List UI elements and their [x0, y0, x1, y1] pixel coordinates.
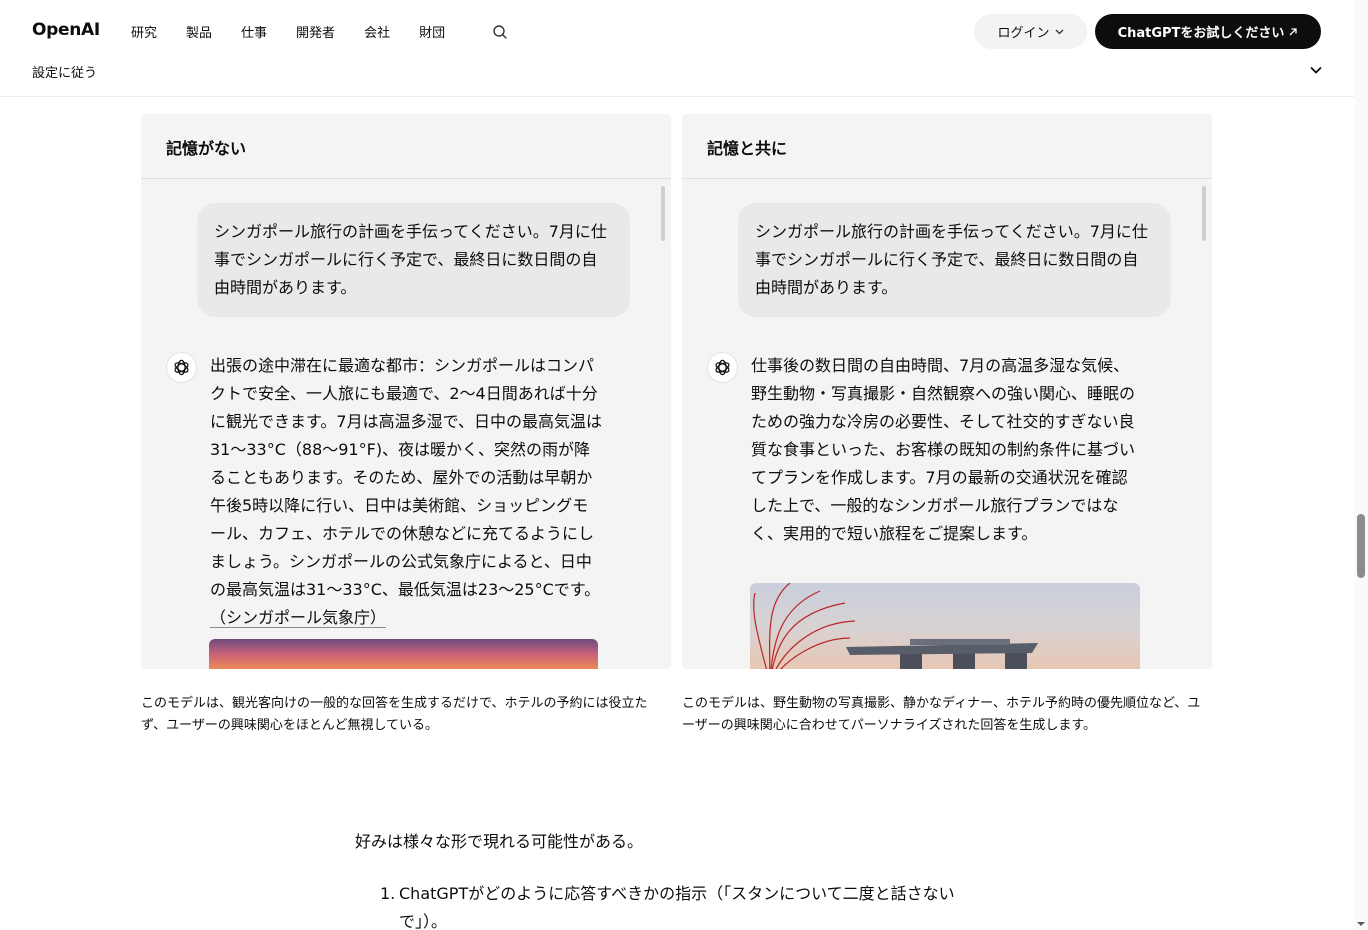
page-scrollbar[interactable]	[1354, 0, 1368, 930]
scroll-down-arrow-icon[interactable]	[1357, 920, 1365, 928]
page-scrollbar-thumb[interactable]	[1357, 514, 1365, 578]
nav-item-developers[interactable]: 開発者	[296, 22, 335, 41]
marina-bay-photo	[750, 583, 1140, 669]
ordered-list: 1. ChatGPTがどのように応答すべきかの指示（「スタンについて二度と話さな…	[380, 880, 980, 930]
chatgpt-icon	[166, 352, 197, 383]
list-item: 1. ChatGPTがどのように応答すべきかの指示（「スタンについて二度と話さな…	[380, 880, 980, 930]
main-nav: 研究 製品 仕事 開発者 会社 財団	[131, 22, 474, 41]
nav-item-research[interactable]: 研究	[131, 22, 157, 41]
panel-title: 記憶と共に	[682, 114, 1212, 179]
panel-caption: このモデルは、観光客向けの一般的な回答を生成するだけで、ホテルの予約には役立たず…	[141, 696, 648, 733]
openai-knot-icon	[174, 359, 189, 376]
assistant-message: 出張の途中滞在に最適な都市：シンガポールはコンパクトで安全、一人旅にも最適で、2…	[166, 352, 606, 632]
skyline-illustration	[753, 583, 1038, 669]
nav-item-business[interactable]: 仕事	[241, 22, 267, 41]
list-item-text: ChatGPTがどのように応答すべきかの指示（「スタンについて二度と話さないで」…	[399, 884, 955, 930]
login-button[interactable]: ログイン	[974, 14, 1087, 49]
sunset-photo	[209, 639, 598, 669]
arrow-up-right-icon	[1289, 27, 1298, 35]
openai-logo[interactable]: OpenAI	[32, 20, 100, 40]
user-message: シンガポール旅行の計画を手伝ってください。7月に仕事でシンガポールに行く予定で、…	[197, 203, 630, 317]
chevron-down-icon	[1055, 29, 1063, 34]
panel-scrollbar[interactable]	[661, 186, 665, 241]
nav-item-foundation[interactable]: 財団	[419, 22, 445, 41]
assistant-text: 出張の途中滞在に最適な都市：シンガポールはコンパクトで安全、一人旅にも最適で、2…	[210, 356, 602, 599]
assistant-message: 仕事後の数日間の自由時間、7月の高温多湿な気候、野生動物・写真撮影・自然観察への…	[707, 352, 1147, 548]
comparison-panel-with-memory: 記憶と共に シンガポール旅行の計画を手伝ってください。7月に仕事でシンガポールに…	[682, 114, 1212, 669]
nav-item-products[interactable]: 製品	[186, 22, 212, 41]
try-chatgpt-label: ChatGPTをお試しください	[1117, 26, 1285, 41]
panel-title: 記憶がない	[141, 114, 671, 179]
nav-item-company[interactable]: 会社	[364, 22, 390, 41]
chevron-down-icon[interactable]	[1309, 65, 1323, 75]
panel-caption: このモデルは、野生動物の写真撮影、静かなディナー、ホテル予約時の優先順位など、ユ…	[682, 696, 1201, 733]
subnav-label[interactable]: 設定に従う	[32, 62, 97, 81]
site-header: OpenAI 研究 製品 仕事 開発者 会社 財団 ログイン ChatGPTをお…	[0, 0, 1368, 97]
panel-scrollbar[interactable]	[1202, 186, 1206, 241]
openai-knot-icon	[715, 359, 730, 376]
list-item-number: 1.	[380, 884, 396, 903]
chat-scroll-area[interactable]: シンガポール旅行の計画を手伝ってください。7月に仕事でシンガポールに行く予定で、…	[682, 179, 1212, 669]
user-message: シンガポール旅行の計画を手伝ってください。7月に仕事でシンガポールに行く予定で、…	[738, 203, 1171, 317]
chat-scroll-area[interactable]: シンガポール旅行の計画を手伝ってください。7月に仕事でシンガポールに行く予定で、…	[141, 179, 671, 669]
chatgpt-icon	[707, 352, 738, 383]
assistant-text: 仕事後の数日間の自由時間、7月の高温多湿な気候、野生動物・写真撮影・自然観察への…	[751, 356, 1136, 543]
citation-link[interactable]: （シンガポール気象庁）	[210, 608, 386, 627]
login-label: ログイン	[997, 26, 1050, 41]
comparison-panel-without-memory: 記憶がない シンガポール旅行の計画を手伝ってください。7月に仕事でシンガポールに…	[141, 114, 671, 669]
search-icon[interactable]	[492, 24, 508, 40]
try-chatgpt-button[interactable]: ChatGPTをお試しください	[1095, 14, 1321, 49]
article-paragraph: 好みは様々な形で現れる可能性がある。	[355, 832, 644, 851]
